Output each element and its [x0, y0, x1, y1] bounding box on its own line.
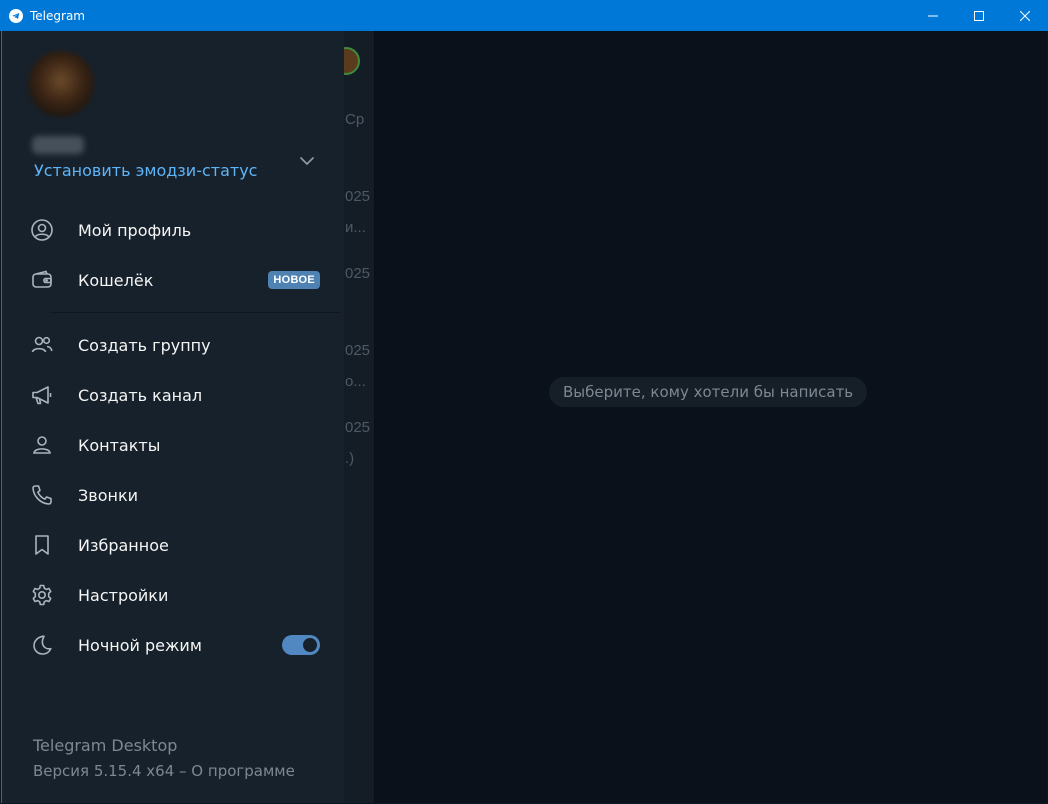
menu-item-contacts[interactable]: Контакты — [2, 420, 344, 470]
drawer-menu: Мой профиль Кошелёк НОВОЕ Создать группу — [2, 205, 344, 670]
maximize-button[interactable] — [956, 0, 1002, 31]
toggle-knob — [301, 636, 319, 654]
close-button[interactable] — [1002, 0, 1048, 31]
contact-icon — [30, 433, 54, 457]
menu-item-calls[interactable]: Звонки — [2, 470, 344, 520]
menu-item-label: Настройки — [78, 585, 169, 605]
empty-chat-hint: Выберите, кому хотели бы написать — [549, 377, 868, 407]
chat-preview: .) — [345, 450, 355, 467]
chat-date: Ср — [345, 111, 365, 128]
window-titlebar: Telegram — [0, 0, 1048, 31]
menu-item-night-mode[interactable]: Ночной режим — [2, 620, 344, 670]
menu-item-label: Контакты — [78, 435, 161, 455]
night-mode-toggle[interactable] — [282, 635, 320, 655]
wallet-icon — [30, 268, 54, 292]
chat-area: Выберите, кому хотели бы написать — [375, 31, 1047, 803]
chat-preview: о... — [345, 373, 366, 390]
menu-item-label: Избранное — [78, 535, 169, 555]
menu-divider — [50, 312, 340, 313]
menu-item-label: Мой профиль — [78, 220, 192, 240]
maximize-icon — [974, 10, 984, 21]
new-badge: НОВОЕ — [268, 271, 320, 289]
chat-date: 025 — [345, 419, 371, 436]
menu-item-label: Звонки — [78, 485, 138, 505]
menu-item-label: Создать группу — [78, 335, 211, 355]
menu-item-my-profile[interactable]: Мой профиль — [2, 205, 344, 255]
gear-icon — [30, 583, 54, 607]
telegram-logo-icon — [8, 8, 24, 24]
avatar[interactable] — [28, 51, 94, 117]
chat-date: 025 — [345, 265, 371, 282]
minimize-icon — [928, 15, 938, 16]
minimize-button[interactable] — [910, 0, 956, 31]
close-icon — [1020, 10, 1030, 21]
app-window: Ср 025 и... 025 025 о... 025 .) Выберите… — [1, 31, 1047, 803]
chevron-down-icon[interactable] — [298, 152, 316, 170]
menu-item-label: Создать канал — [78, 385, 203, 405]
bookmark-icon — [30, 533, 54, 557]
menu-item-new-group[interactable]: Создать группу — [2, 320, 344, 370]
megaphone-icon — [30, 383, 54, 407]
menu-item-label: Ночной режим — [78, 635, 202, 655]
set-emoji-status-link[interactable]: Установить эмодзи-статус — [34, 161, 257, 180]
user-circle-icon — [30, 218, 54, 242]
app-name-label: Telegram Desktop — [33, 736, 178, 755]
menu-item-new-channel[interactable]: Создать канал — [2, 370, 344, 420]
profile-header: Установить эмодзи-статус — [2, 31, 344, 191]
window-title: Telegram — [30, 8, 85, 23]
username-blurred[interactable] — [32, 136, 84, 154]
menu-item-settings[interactable]: Настройки — [2, 570, 344, 620]
menu-item-saved-messages[interactable]: Избранное — [2, 520, 344, 570]
side-drawer: Установить эмодзи-статус Мой профиль Кош… — [2, 31, 344, 803]
menu-item-wallet[interactable]: Кошелёк НОВОЕ — [2, 255, 344, 305]
chat-preview: и... — [345, 219, 366, 236]
moon-icon — [30, 633, 54, 657]
menu-item-label: Кошелёк — [78, 270, 154, 290]
chat-date: 025 — [345, 342, 371, 359]
version-about-link[interactable]: Версия 5.15.4 x64 – О программе — [33, 762, 295, 780]
chat-date: 025 — [345, 188, 371, 205]
phone-icon — [30, 483, 54, 507]
group-icon — [30, 333, 54, 357]
